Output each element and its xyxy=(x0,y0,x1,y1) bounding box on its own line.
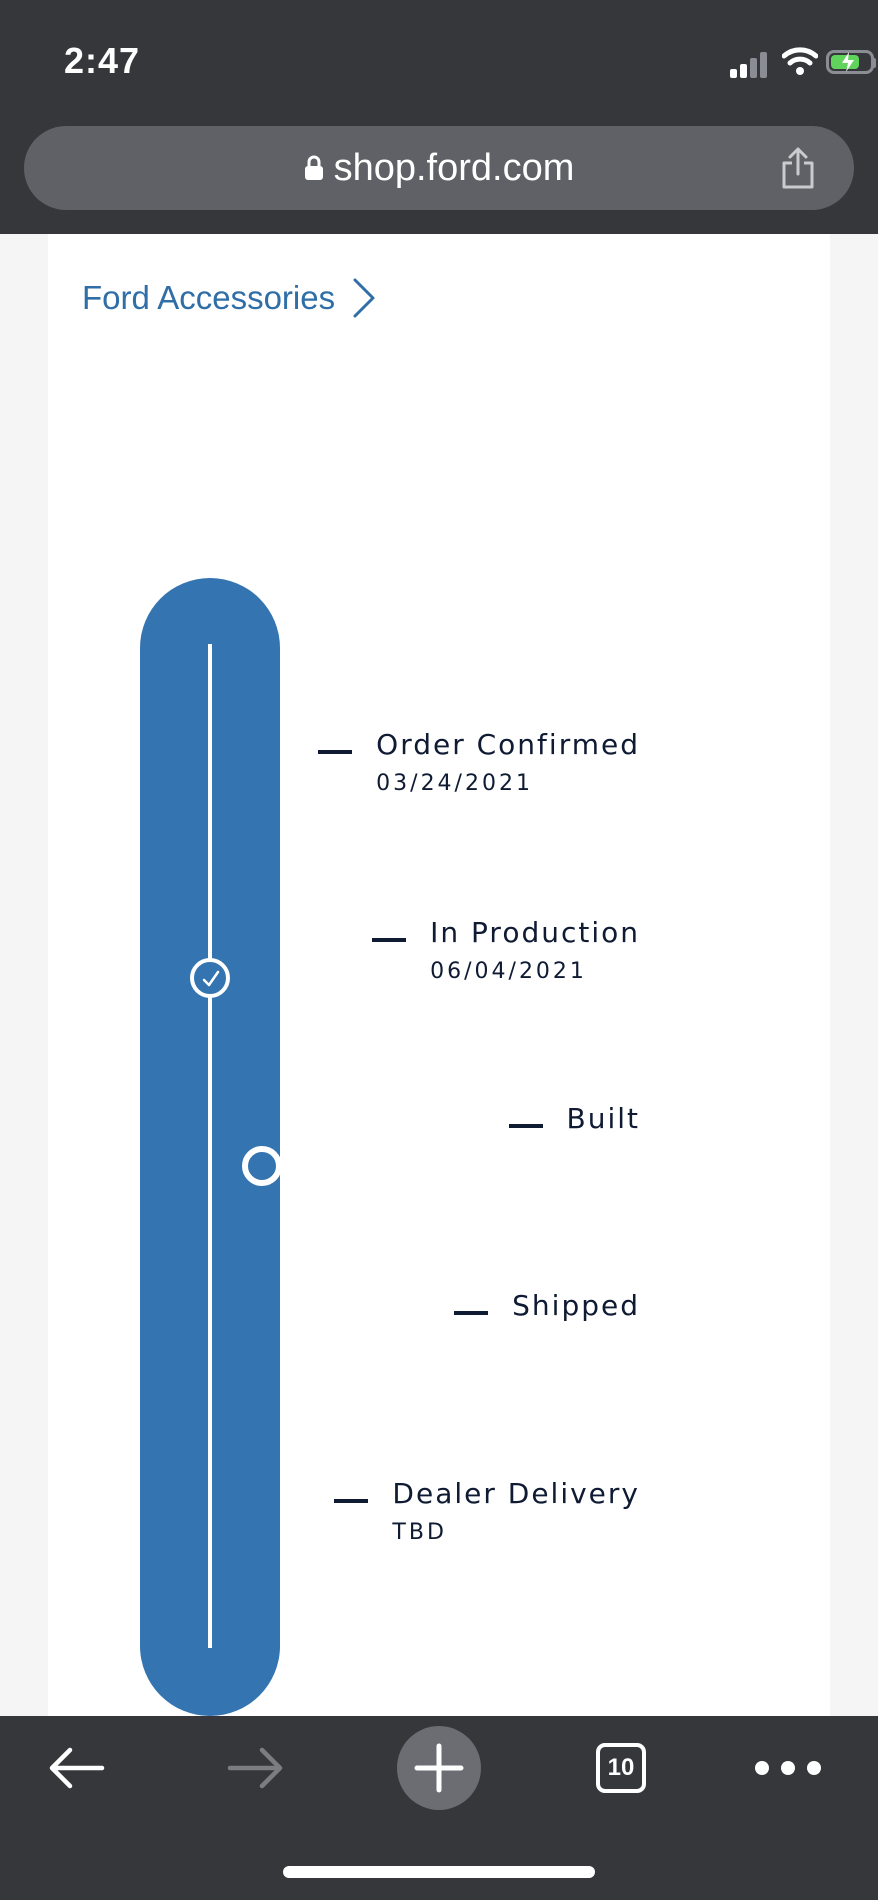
forward-arrow-icon[interactable] xyxy=(214,1716,298,1820)
back-arrow-icon[interactable] xyxy=(34,1716,118,1820)
breadcrumb-ford-accessories[interactable]: Ford Accessories xyxy=(82,276,377,320)
step-in-production: In Production 06/04/2021 xyxy=(372,916,640,984)
step-date: 03/24/2021 xyxy=(376,771,533,796)
progress-line xyxy=(208,644,212,1648)
step-shipped: Shipped xyxy=(454,1289,640,1322)
step-date: TBD xyxy=(392,1520,447,1545)
step-dash xyxy=(372,938,407,942)
step-name: Dealer Delivery xyxy=(392,1477,640,1510)
tabs-icon: 10 xyxy=(596,1743,646,1793)
step-dash xyxy=(454,1311,489,1315)
step-built: Built xyxy=(508,1102,641,1135)
check-circle-icon xyxy=(190,958,230,998)
plus-icon xyxy=(397,1726,481,1810)
step-date: 06/04/2021 xyxy=(430,959,587,984)
new-tab-button[interactable] xyxy=(397,1716,481,1820)
current-step-indicator xyxy=(242,1146,282,1186)
step-name: Order Confirmed xyxy=(376,728,640,761)
order-status-panel: Ford Accessories Order Confirmed 03/24/2… xyxy=(48,234,830,1762)
order-progress-track xyxy=(140,578,312,1762)
status-time: 2:47 xyxy=(64,40,141,81)
step-dealer-delivery: Dealer Delivery TBD xyxy=(334,1477,640,1545)
lock-icon xyxy=(304,154,324,182)
step-dash xyxy=(508,1124,543,1128)
step-name: Shipped xyxy=(512,1289,640,1322)
step-name: Built xyxy=(566,1102,640,1135)
address-bar[interactable]: shop.ford.com xyxy=(24,126,854,210)
chevron-right-icon xyxy=(353,278,375,318)
step-name: In Production xyxy=(430,916,640,949)
url-text: shop.ford.com xyxy=(333,146,575,189)
wifi-icon xyxy=(781,46,819,76)
cellular-signal-icon xyxy=(730,48,770,78)
step-dash xyxy=(318,750,353,754)
breadcrumb-label: Ford Accessories xyxy=(82,279,336,316)
step-dash xyxy=(334,1499,369,1503)
tabs-button[interactable]: 10 xyxy=(589,1716,653,1820)
more-icon[interactable] xyxy=(750,1716,826,1820)
battery-icon xyxy=(826,50,876,74)
browser-top-bar: 2:47 shop.ford.com xyxy=(0,0,878,234)
step-order-confirmed: Order Confirmed 03/24/2021 xyxy=(318,728,640,796)
share-icon[interactable] xyxy=(778,146,818,190)
home-indicator[interactable] xyxy=(283,1866,595,1878)
